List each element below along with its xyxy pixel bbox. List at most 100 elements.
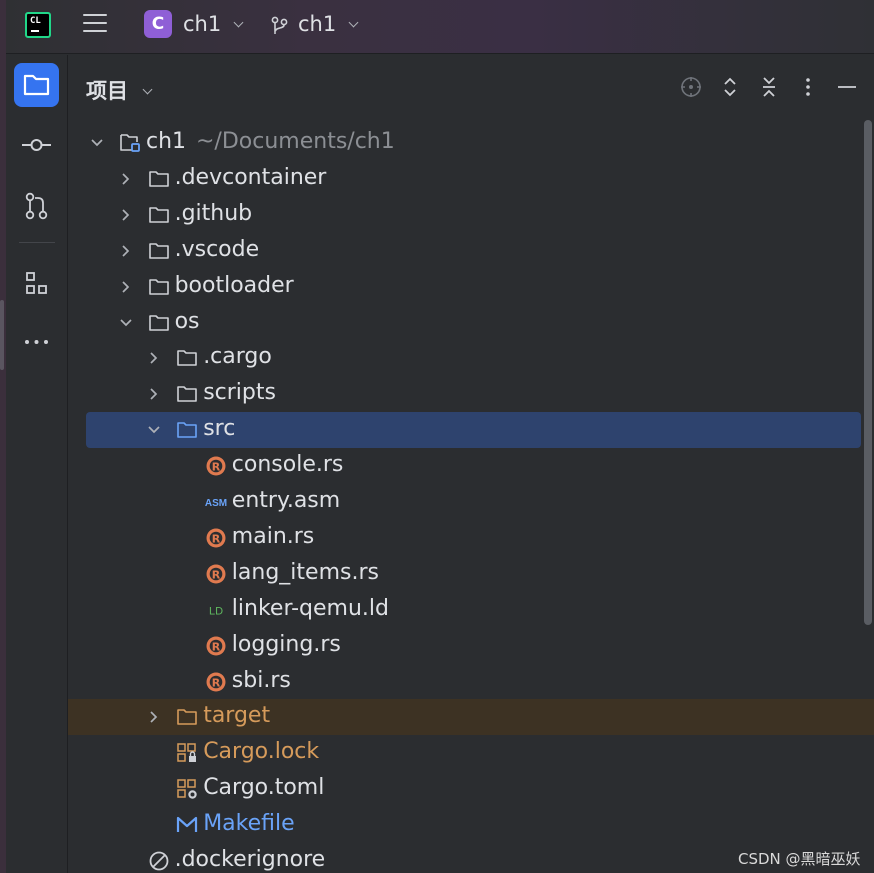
structure-tool-button[interactable]	[14, 261, 59, 305]
tree-row-ch1[interactable]: ch1 ~/Documents/ch1	[68, 125, 874, 161]
makefile-icon	[177, 816, 198, 833]
svg-text:ASM: ASM	[205, 498, 227, 509]
tree-row-sbi-rs[interactable]: Rsbi.rs	[68, 664, 874, 700]
svg-text:R: R	[212, 640, 221, 653]
folder-icon	[148, 171, 169, 187]
chevron-down-icon[interactable]	[147, 423, 161, 437]
project-name: ch1	[183, 12, 222, 36]
tree-item-label: bootloader	[174, 272, 294, 298]
svg-text:R: R	[212, 532, 221, 545]
watermark: CSDN @黑暗巫妖	[738, 850, 861, 868]
source-folder-icon	[177, 422, 197, 438]
tree-row-makefile[interactable]: Makefile	[68, 807, 874, 843]
svg-text:R: R	[212, 460, 221, 473]
commit-tool-button[interactable]	[14, 123, 59, 167]
tree-item-label: Makefile	[203, 811, 295, 837]
folder-icon	[23, 74, 50, 96]
tree-item-label: entry.asm	[231, 488, 341, 513]
tree-row-logging-rs[interactable]: Rlogging.rs	[68, 628, 874, 664]
chevron-right-icon[interactable]	[147, 387, 161, 401]
tool-window-sidebar	[6, 55, 68, 873]
folder-icon	[148, 278, 169, 295]
project-panel: 项目 ch1 ~/Documents/ch1 .devcontainer .githu…	[68, 55, 874, 873]
edge-handle[interactable]	[0, 300, 4, 370]
tree-item-label: .cargo	[203, 344, 272, 370]
tree-row-scripts[interactable]: scripts	[68, 376, 874, 412]
tree-row-bootloader[interactable]: bootloader	[68, 269, 874, 305]
chevron-down-icon	[233, 17, 244, 28]
tree-item-label: console.rs	[231, 452, 344, 478]
tree-item-label: scripts	[203, 380, 276, 406]
tree-row-cargo[interactable]: .cargo	[68, 340, 874, 376]
tree-item-label: target	[203, 703, 271, 729]
tree-row-vscode[interactable]: .vscode	[68, 233, 874, 269]
tree-item-label: lang_items.rs	[231, 559, 379, 585]
panel-header: 项目	[68, 55, 874, 121]
svg-text:LD: LD	[209, 605, 223, 617]
project-selector[interactable]: ch1	[183, 12, 244, 36]
more-tool-windows-button[interactable]	[14, 320, 59, 364]
sidebar-divider	[19, 242, 55, 243]
tree-row-linker-qemu-ld[interactable]: LD linker-qemu.ld	[68, 592, 874, 628]
vertical-scrollbar[interactable]	[864, 120, 872, 625]
tree-row-devcontainer[interactable]: .devcontainer	[68, 161, 874, 197]
pull-request-icon	[25, 192, 48, 220]
chevron-right-icon[interactable]	[119, 172, 133, 186]
cargo-toml-icon	[177, 779, 197, 799]
tree-row-cargo-lock[interactable]: Cargo.lock	[68, 735, 874, 771]
chevron-right-icon[interactable]	[119, 280, 133, 294]
folder-icon	[148, 314, 169, 331]
chevron-down-icon[interactable]	[119, 316, 133, 330]
expand-all-icon[interactable]	[718, 75, 742, 99]
options-more-icon[interactable]	[796, 75, 820, 99]
structure-icon	[26, 272, 47, 294]
tree-item-label: logging.rs	[231, 631, 341, 657]
tree-item-label: Cargo.lock	[203, 739, 320, 765]
rust-icon: R	[206, 564, 226, 584]
chevron-right-icon[interactable]	[147, 351, 161, 365]
tree-item-label: sbi.rs	[231, 667, 291, 693]
tree-row-entry-asm[interactable]: ASM entry.asm	[68, 484, 874, 520]
module-folder-icon	[120, 134, 140, 152]
folder-icon	[177, 386, 197, 403]
clion-logo-text: CL	[30, 16, 41, 26]
tree-item-label: .vscode	[174, 236, 260, 262]
panel-title: 项目	[86, 79, 128, 103]
tree-row-main-rs[interactable]: Rmain.rs	[68, 520, 874, 556]
tree-row-console-rs[interactable]: Rconsole.rs	[68, 448, 874, 484]
branch-selector[interactable]: ch1	[298, 12, 359, 36]
tree-item-label: os	[174, 308, 200, 334]
tree-row-github[interactable]: .github	[68, 197, 874, 233]
tree-row-cargo-toml[interactable]: Cargo.toml	[68, 771, 874, 807]
panel-title-dropdown[interactable]: 项目	[86, 75, 153, 105]
tree-row-src[interactable]: src	[68, 412, 874, 449]
folder-icon	[177, 350, 197, 367]
main-menu-button[interactable]	[83, 14, 107, 36]
tree-item-path: ~/Documents/ch1	[196, 129, 395, 154]
chevron-right-icon[interactable]	[119, 208, 133, 222]
commit-icon	[22, 139, 51, 151]
collapse-all-icon[interactable]	[757, 75, 781, 99]
chevron-down-icon	[142, 84, 153, 95]
project-tool-button[interactable]	[14, 63, 59, 107]
clion-logo: CL	[25, 12, 51, 38]
title-bar: CL C ch1 ch1	[6, 0, 874, 54]
rust-icon: R	[206, 672, 226, 691]
asm-icon: ASM	[205, 498, 227, 509]
tree-item-label: src	[203, 416, 236, 442]
project-badge[interactable]: C	[144, 10, 172, 38]
rust-icon: R	[206, 456, 226, 476]
tree-row-target[interactable]: target	[68, 699, 874, 736]
locate-icon[interactable]	[679, 75, 703, 99]
tree-row-os[interactable]: os	[68, 305, 874, 341]
chevron-right-icon[interactable]	[147, 710, 161, 724]
minimize-icon[interactable]	[835, 75, 859, 99]
tree-item-label: .github	[174, 200, 253, 226]
folder-icon	[148, 242, 169, 259]
tree-row-lang-items-rs[interactable]: Rlang_items.rs	[68, 556, 874, 592]
pull-requests-tool-button[interactable]	[14, 184, 59, 228]
chevron-down-icon[interactable]	[90, 136, 104, 150]
chevron-right-icon[interactable]	[119, 244, 133, 258]
more-icon	[25, 340, 48, 344]
tree-item-label: .devcontainer	[174, 164, 327, 190]
